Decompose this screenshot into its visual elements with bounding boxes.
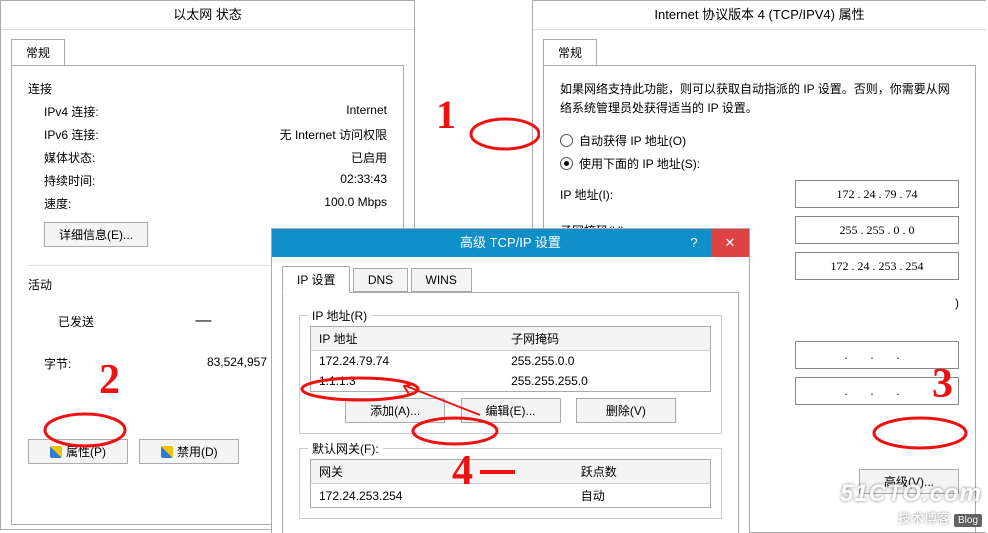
bytes-label: 字节: (44, 355, 71, 372)
radio-auto-ip[interactable] (560, 134, 573, 147)
ipv6-value: 无 Internet 访问权限 (280, 126, 387, 143)
disable-button[interactable]: 禁用(D) (139, 439, 239, 464)
details-button[interactable]: 详细信息(E)... (44, 222, 148, 247)
eth-status-title: 以太网 状态 (1, 1, 414, 30)
col-metric: 跃点数 (573, 460, 711, 484)
auto-ip-label: 自动获得 IP 地址(O) (579, 134, 686, 148)
group-gateways: 默认网关(F): (308, 440, 383, 457)
add-button[interactable]: 添加(A)... (345, 398, 445, 423)
col-ip: IP 地址 (311, 327, 504, 351)
annotation-number-1: 1 (430, 88, 470, 143)
group-ip-addresses: IP 地址(R) (308, 307, 371, 324)
adv-title: 高级 TCP/IP 设置 ? ✕ (272, 229, 749, 257)
media-label: 媒体状态: (44, 149, 95, 166)
bytes-sent: 83,524,957 (207, 355, 267, 372)
ipv6-label: IPv6 连接: (44, 126, 99, 143)
tab-dns[interactable]: DNS (353, 268, 408, 292)
sent-label: 已发送 (58, 313, 94, 330)
ipv4-title: Internet 协议版本 4 (TCP/IPV4) 属性 (533, 1, 986, 30)
annotation-circle-ethernet (460, 108, 540, 158)
tab-ip-settings[interactable]: IP 设置 (282, 266, 350, 293)
table-row[interactable]: 1.1.1.3255.255.255.0 (311, 371, 711, 392)
subnet-input[interactable]: 255 . 255 . 0 . 0 (795, 216, 959, 244)
gateway-table: 网关跃点数 172.24.253.254自动 (310, 459, 711, 508)
table-row[interactable]: 172.24.253.254自动 (311, 484, 711, 508)
tab-wins[interactable]: WINS (411, 268, 472, 292)
dns1-input[interactable]: . . . (795, 341, 959, 369)
help-button[interactable]: ? (679, 229, 709, 257)
ip-address-label: IP 地址(I): (560, 186, 680, 203)
dns2-input[interactable]: . . . (795, 377, 959, 405)
ipv4-label: IPv4 连接: (44, 103, 99, 120)
use-ip-label: 使用下面的 IP 地址(S): (579, 157, 700, 171)
close-button[interactable]: ✕ (711, 229, 749, 257)
section-connection: 连接 (28, 80, 387, 97)
ip-address-table: IP 地址子网掩码 172.24.79.74255.255.0.0 1.1.1.… (310, 326, 711, 392)
gateway-input[interactable]: 172 . 24 . 253 . 254 (795, 252, 959, 280)
col-mask: 子网掩码 (503, 327, 710, 351)
watermark: 51CTO.com 技术博客Blog (840, 480, 982, 527)
speed-label: 速度: (44, 195, 71, 212)
svg-text:1: 1 (436, 92, 456, 137)
tab-general[interactable]: 常规 (11, 39, 65, 66)
table-row[interactable]: 172.24.79.74255.255.0.0 (311, 351, 711, 372)
radio-use-ip[interactable] (560, 157, 573, 170)
edit-button[interactable]: 编辑(E)... (461, 398, 561, 423)
speed-value: 100.0 Mbps (324, 195, 387, 212)
properties-button[interactable]: 属性(P) (28, 439, 128, 464)
col-gateway: 网关 (311, 460, 573, 484)
duration-value: 02:33:43 (340, 172, 387, 189)
tab-general-ipv4[interactable]: 常规 (543, 39, 597, 66)
media-value: 已启用 (351, 149, 387, 166)
ipv4-value: Internet (346, 103, 387, 120)
ip-address-input[interactable]: 172 . 24 . 79 . 74 (795, 180, 959, 208)
ipv4-intro: 如果网络支持此功能，则可以获取自动指派的 IP 设置。否则，你需要从网络系统管理… (560, 80, 959, 118)
delete-button[interactable]: 删除(V) (576, 398, 676, 423)
shield-icon (50, 446, 62, 458)
shield-icon (161, 446, 173, 458)
duration-label: 持续时间: (44, 172, 95, 189)
